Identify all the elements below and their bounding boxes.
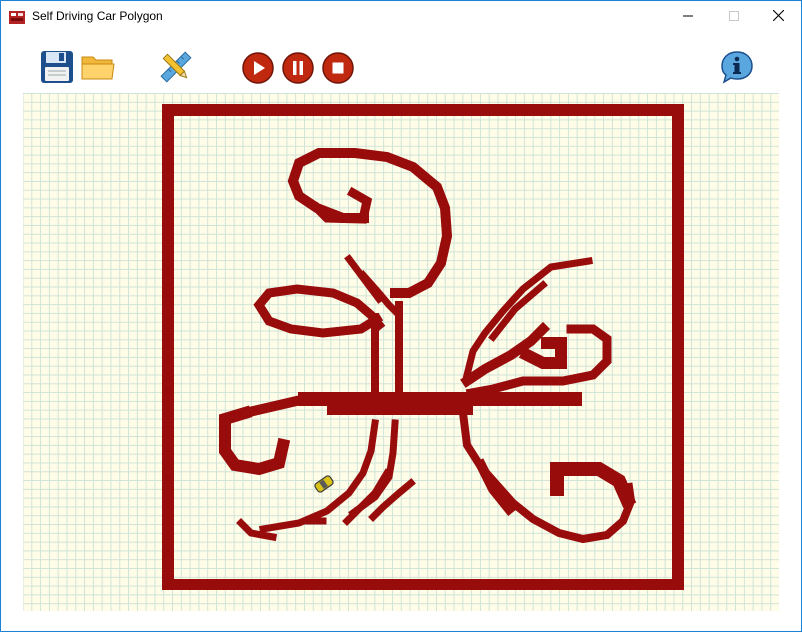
car-sprite	[314, 475, 334, 493]
pause-button[interactable]	[280, 51, 316, 89]
floppy-disk-icon	[40, 50, 74, 89]
app-icon	[9, 9, 25, 25]
track-border-top	[162, 104, 684, 116]
close-button[interactable]	[755, 1, 801, 32]
maximize-button[interactable]	[711, 1, 757, 32]
play-icon	[242, 51, 274, 89]
save-button[interactable]	[39, 50, 75, 89]
maximize-icon	[729, 8, 739, 26]
edit-button[interactable]	[158, 50, 194, 89]
minimize-icon	[683, 8, 693, 26]
track-border-right	[672, 104, 684, 590]
app-window: Self Driving Car Polygon	[0, 0, 802, 632]
pencil-ruler-icon	[159, 50, 193, 89]
folder-icon	[81, 52, 115, 87]
stop-icon	[322, 51, 354, 89]
open-button[interactable]	[80, 51, 116, 87]
window-title: Self Driving Car Polygon	[32, 9, 163, 23]
info-button[interactable]	[719, 50, 755, 89]
toolbar	[1, 32, 801, 92]
stop-button[interactable]	[320, 51, 356, 89]
track-drawing	[162, 104, 684, 590]
info-icon	[720, 50, 754, 89]
title-bar: Self Driving Car Polygon	[1, 1, 801, 32]
minimize-button[interactable]	[665, 1, 711, 32]
close-icon	[772, 8, 784, 26]
pause-icon	[282, 51, 314, 89]
track-canvas[interactable]	[23, 93, 779, 611]
track-pattern	[219, 148, 637, 544]
play-button[interactable]	[240, 51, 276, 89]
track-border-left	[162, 104, 174, 590]
track-border-bottom	[162, 579, 684, 590]
